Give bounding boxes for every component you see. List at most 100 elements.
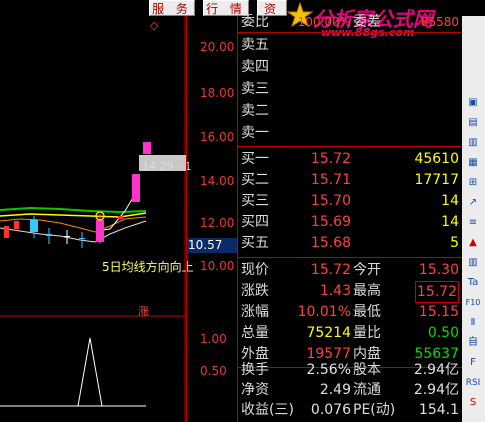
toolbar-icon[interactable]: Ⅱ: [464, 314, 482, 332]
ma-line-yellow: [0, 212, 147, 218]
rise-badge: 涨: [138, 305, 149, 318]
fin-label: 净资: [241, 382, 269, 398]
weibi-label: 委比: [241, 14, 269, 30]
bid-row[interactable]: 买三 15.70 14: [238, 191, 463, 211]
toolbar-icon[interactable]: F: [464, 354, 482, 372]
toolbar-icon[interactable]: ▥: [464, 254, 482, 272]
axis-tick: 14.00: [200, 174, 235, 188]
stat-label: 现价: [241, 262, 269, 278]
stat-value: 0.50: [427, 325, 459, 341]
stat-value: 15.72: [414, 281, 459, 303]
toolbar-icon[interactable]: S: [464, 394, 482, 412]
bid-label: 买二: [241, 172, 269, 188]
axis-tick: 10.00: [200, 259, 235, 273]
bid-row[interactable]: 买四 15.69 14: [238, 212, 463, 232]
ma-signal-text: 5日均线方向向上: [102, 260, 194, 274]
bid-price: 15.72: [310, 151, 351, 167]
bid-price: 15.71: [310, 172, 351, 188]
toolbar-icon[interactable]: ▦: [464, 154, 482, 172]
fin-value: 2.56%: [306, 362, 351, 378]
toolbar-icon[interactable]: ⊞: [464, 174, 482, 192]
ask-row[interactable]: 卖五: [238, 35, 463, 55]
ask-row[interactable]: 卖三: [238, 79, 463, 99]
stat-value: 15.30: [418, 262, 459, 278]
stat-label: 最高: [353, 283, 381, 299]
stat-row: 涨幅 10.01% 最低 15.15: [238, 302, 463, 322]
current-price-marker: 10.57: [187, 238, 237, 253]
ask-label: 卖一: [241, 125, 269, 141]
bid-label: 买五: [241, 235, 269, 251]
ask-label: 卖五: [241, 37, 269, 53]
bid-volume: 14: [441, 214, 459, 230]
axis-tick: 16.00: [200, 130, 235, 144]
weicha-label: 委差: [353, 14, 381, 30]
toolbar-icon[interactable]: F10: [464, 294, 482, 312]
stat-row: 总量 75214 量比 0.50: [238, 323, 463, 343]
service-button[interactable]: 服 务: [149, 0, 195, 16]
weibi-row: 委比 100.00% 委差 85580: [238, 12, 463, 32]
stat-label: 最低: [353, 304, 381, 320]
bid-price: 15.68: [310, 235, 351, 251]
toolbar-icon[interactable]: ▥: [464, 134, 482, 152]
bid-row[interactable]: 买一 15.72 45610: [238, 149, 463, 169]
stat-label: 总量: [241, 325, 269, 341]
bid-price: 15.69: [310, 214, 351, 230]
divider: [238, 32, 463, 33]
stat-label: 今开: [353, 262, 381, 278]
fin-label: 收益(三): [241, 402, 294, 418]
toolbar-icon[interactable]: 自: [464, 334, 482, 352]
weicha-value: 85580: [420, 15, 459, 29]
axis-tick: 1.00: [200, 332, 227, 346]
stat-value: 15.15: [418, 304, 459, 320]
axis-tick: 0.50: [200, 364, 227, 378]
bid-label: 买一: [241, 151, 269, 167]
fin-value: 0.076: [310, 402, 351, 418]
toolbar-icon[interactable]: ▣: [464, 94, 482, 112]
bid-row[interactable]: 买五 15.68 5: [238, 233, 463, 253]
kline-chart[interactable]: [0, 16, 186, 422]
axis-tick: 12.00: [200, 216, 235, 230]
fin-value: 2.49: [319, 382, 351, 398]
toolbar-icon[interactable]: RSI: [464, 374, 482, 392]
stat-row: 涨跌 1.43 最高 15.72: [238, 281, 463, 303]
right-toolbar: ▣ ▤ ▥ ▦ ⊞ ↗ ≡ ▲ ▥ Ta F10 Ⅱ 自 F RSI S: [462, 16, 485, 422]
ask-row[interactable]: 卖一: [238, 123, 463, 143]
fin-row: 收益(三) 0.076 PE(动) 154.1: [238, 400, 463, 420]
fin-value: 2.94亿: [413, 382, 459, 398]
weibi-value: 100.00%: [297, 15, 351, 29]
ma-line-white: [0, 220, 147, 243]
toolbar-icon[interactable]: ▲: [464, 234, 482, 252]
ask-row[interactable]: 卖二: [238, 101, 463, 121]
divider: [238, 257, 463, 258]
toolbar-icon[interactable]: ▤: [464, 114, 482, 132]
toolbar-icon[interactable]: Ta: [464, 274, 482, 292]
bid-label: 买四: [241, 214, 269, 230]
bid-label: 买三: [241, 193, 269, 209]
stat-value: 10.01%: [297, 304, 351, 320]
ask-row[interactable]: 卖四: [238, 57, 463, 77]
toolbar-icon[interactable]: ↗: [464, 194, 482, 212]
stat-label: 涨幅: [241, 304, 269, 320]
fin-label: 股本: [353, 362, 381, 378]
volume-indicator-line: [77, 337, 103, 407]
ask-label: 卖四: [241, 59, 269, 75]
fin-value: 154.1: [418, 402, 459, 418]
stat-row: 现价 15.72 今开 15.30: [238, 260, 463, 280]
stat-value: 1.43: [319, 283, 351, 299]
bid-volume: 17717: [414, 172, 459, 188]
diamond-icon[interactable]: ◇: [150, 19, 158, 32]
stat-label: 量比: [353, 325, 381, 341]
fin-row: 净资 2.49 流通 2.94亿: [238, 380, 463, 400]
axis-tick: 18.00: [200, 86, 235, 100]
ask-label: 卖二: [241, 103, 269, 119]
fin-label: PE(动): [353, 402, 396, 418]
quote-panel: 委比 100.00% 委差 85580 卖五 卖四 卖三 卖二 卖一 买一 15…: [237, 14, 463, 422]
stat-value: 75214: [306, 325, 351, 341]
price-annotation: 14.29 - 1: [142, 160, 192, 173]
fin-row: 换手 2.56% 股本 2.94亿: [238, 360, 463, 380]
axis-tick: 20.00: [200, 40, 235, 54]
stat-label: 涨跌: [241, 283, 269, 299]
toolbar-icon[interactable]: ≡: [464, 214, 482, 232]
bid-row[interactable]: 买二 15.71 17717: [238, 170, 463, 190]
fin-label: 流通: [353, 382, 381, 398]
